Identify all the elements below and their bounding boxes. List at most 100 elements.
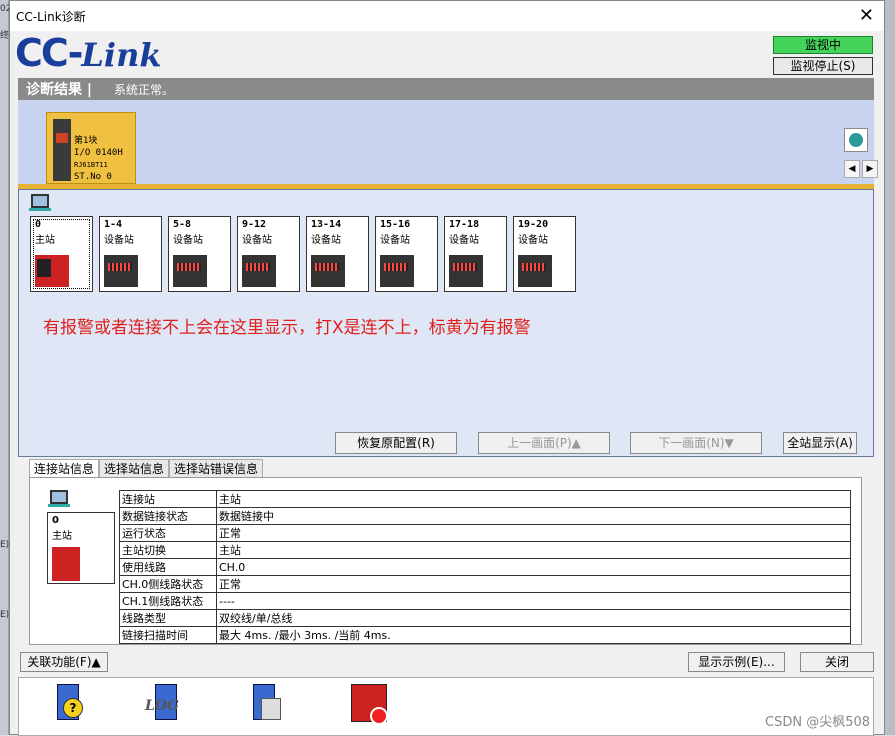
help-icon[interactable] [844,128,868,152]
info-value: 双绞线/单/总线 [216,609,851,627]
window-title: CC-Link诊断 [16,9,86,24]
station-type: 设备站 [518,235,548,246]
related-functions-button[interactable]: 关联功能(F)▲ [20,652,108,672]
next-screen-button[interactable]: 下一画面(N)▼ [630,432,762,454]
document-icon [261,698,281,720]
info-key: 使用线路 [119,558,217,576]
system-status-text: 系统正常。 [114,82,175,97]
cpu-module-icon [53,119,71,181]
station-number: 5-8 [173,219,192,230]
table-row: 主站切换 主站 [119,541,851,559]
station-type: 主站 [35,235,55,246]
tab-selected-station-error[interactable]: 选择站错误信息 [169,459,264,477]
question-badge: ? [63,698,83,718]
cpu-module-card[interactable]: 第1块 I/O 0140H RJ61BT11 ST.No 0 [46,112,136,184]
network-pc-icon [29,194,51,211]
module-station-no: ST.No 0 [74,172,112,182]
info-value: 最大 4ms. /最小 3ms. /当前 4ms. [216,626,851,644]
info-station-card: 0 主站 [47,512,115,584]
info-key: 主站切换 [119,541,217,559]
device-station-icon [104,255,138,287]
cc-link-logo: CC-Link [15,31,162,75]
device-station-icon [380,255,414,287]
info-value: 主站 [216,490,851,508]
tab-selected-station[interactable]: 选择站信息 [99,459,170,477]
table-row: 数据链接状态 数据链接中 [119,507,851,525]
connected-station-info-panel: 0 主站 连接站 主站 数据链接状态 数据链接中 运行状态 正常 主站切换 主站 使用线… [29,477,862,645]
master-station-icon [52,547,80,581]
station-number: 1-4 [104,219,123,230]
event-log-tool-icon[interactable]: LOG [145,684,185,728]
station-number: 15-16 [380,219,411,230]
title-bar: CC-Link诊断 ✕ [10,1,884,31]
watermark-text: CSDN @尖枫508 [765,715,871,730]
info-value: 正常 [216,524,851,542]
logo-cc: CC- [15,31,83,75]
stop-monitoring-button[interactable]: 监视停止(S) [773,57,873,75]
cc-link-diagnostics-window: CC-Link诊断 ✕ CC-Link 监视中 监视停止(S) 诊断结果 | 系… [9,0,885,736]
scroll-right-icon[interactable]: ▶ [862,160,878,178]
show-all-stations-button[interactable]: 全站显示(A) [783,432,857,454]
module-index: 第1块 [74,136,98,146]
diagnosis-result-label: 诊断结果 | [26,82,92,98]
station-card[interactable]: 15-16 设备站 [375,216,438,292]
close-button[interactable]: 关闭 [800,652,874,672]
station-type: 设备站 [311,235,341,246]
station-type: 设备站 [380,235,410,246]
module-model: RJ61BT11 [74,161,108,169]
station-number: 0 [35,219,42,230]
device-station-icon [449,255,483,287]
table-row: CH.1侧线路状态 ---- [119,592,851,610]
station-map-panel: 0 主站 1-4 设备站 5-8 设备站 9-12 设备站 13-14 设备站 … [18,189,874,457]
station-number: 17-18 [449,219,480,230]
station-type: 设备站 [173,235,203,246]
device-station-icon [173,255,207,287]
station-card[interactable]: 5-8 设备站 [168,216,231,292]
tab-connected-station[interactable]: 连接站信息 [29,459,100,477]
prev-screen-button[interactable]: 上一画面(P)▲ [478,432,610,454]
stop-module-icon [351,684,388,725]
info-tabs: 连接站信息 选择站信息 选择站错误信息 [29,459,264,477]
info-value: CH.0 [216,558,851,576]
log-label: LOG [145,698,179,714]
station-number: 19-20 [518,219,549,230]
help-diagnostics-tool-icon[interactable]: ? [51,684,87,728]
info-value: 数据链接中 [216,507,851,525]
station-card[interactable]: 17-18 设备站 [444,216,507,292]
station-card[interactable]: 1-4 设备站 [99,216,162,292]
restore-config-button[interactable]: 恢复原配置(R) [335,432,457,454]
module-io: I/O 0140H [74,148,123,158]
station-type: 设备站 [104,235,134,246]
scroll-left-icon[interactable]: ◀ [844,160,860,178]
table-row: CH.0侧线路状态 正常 [119,575,851,593]
station-number: 9-12 [242,219,267,230]
module-diagnostics-tool-icon[interactable] [247,684,283,728]
info-key: 线路类型 [119,609,217,627]
info-value: 正常 [216,575,851,593]
device-station-icon [242,255,276,287]
info-key: 运行状态 [119,524,217,542]
table-row: 运行状态 正常 [119,524,851,542]
station-type: 主站 [52,531,72,542]
station-info-table: 连接站 主站 数据链接状态 数据链接中 运行状态 正常 主站切换 主站 使用线路 CH.0… [119,490,851,644]
station-card[interactable]: 0 主站 [30,216,93,292]
network-pc-icon [48,490,70,507]
module-area: 第1块 I/O 0140H RJ61BT11 ST.No 0 ◀ ▶ [18,100,878,184]
info-key: 链接扫描时间 [119,626,217,644]
system-monitor-tool-icon[interactable] [349,684,388,728]
info-key: CH.1侧线路状态 [119,592,217,610]
display-legend-button[interactable]: 显示示例(E)... [688,652,785,672]
table-row: 使用线路 CH.0 [119,558,851,576]
station-type: 设备站 [242,235,272,246]
info-key: CH.0侧线路状态 [119,575,217,593]
station-type: 设备站 [449,235,479,246]
info-value: 主站 [216,541,851,559]
close-icon[interactable]: ✕ [859,5,874,26]
station-card[interactable]: 9-12 设备站 [237,216,300,292]
background-window-strip-right [885,0,895,735]
station-number: 13-14 [311,219,342,230]
station-card[interactable]: 19-20 设备站 [513,216,576,292]
station-number: 0 [52,515,59,526]
logo-link: Link [81,36,162,74]
station-card[interactable]: 13-14 设备站 [306,216,369,292]
